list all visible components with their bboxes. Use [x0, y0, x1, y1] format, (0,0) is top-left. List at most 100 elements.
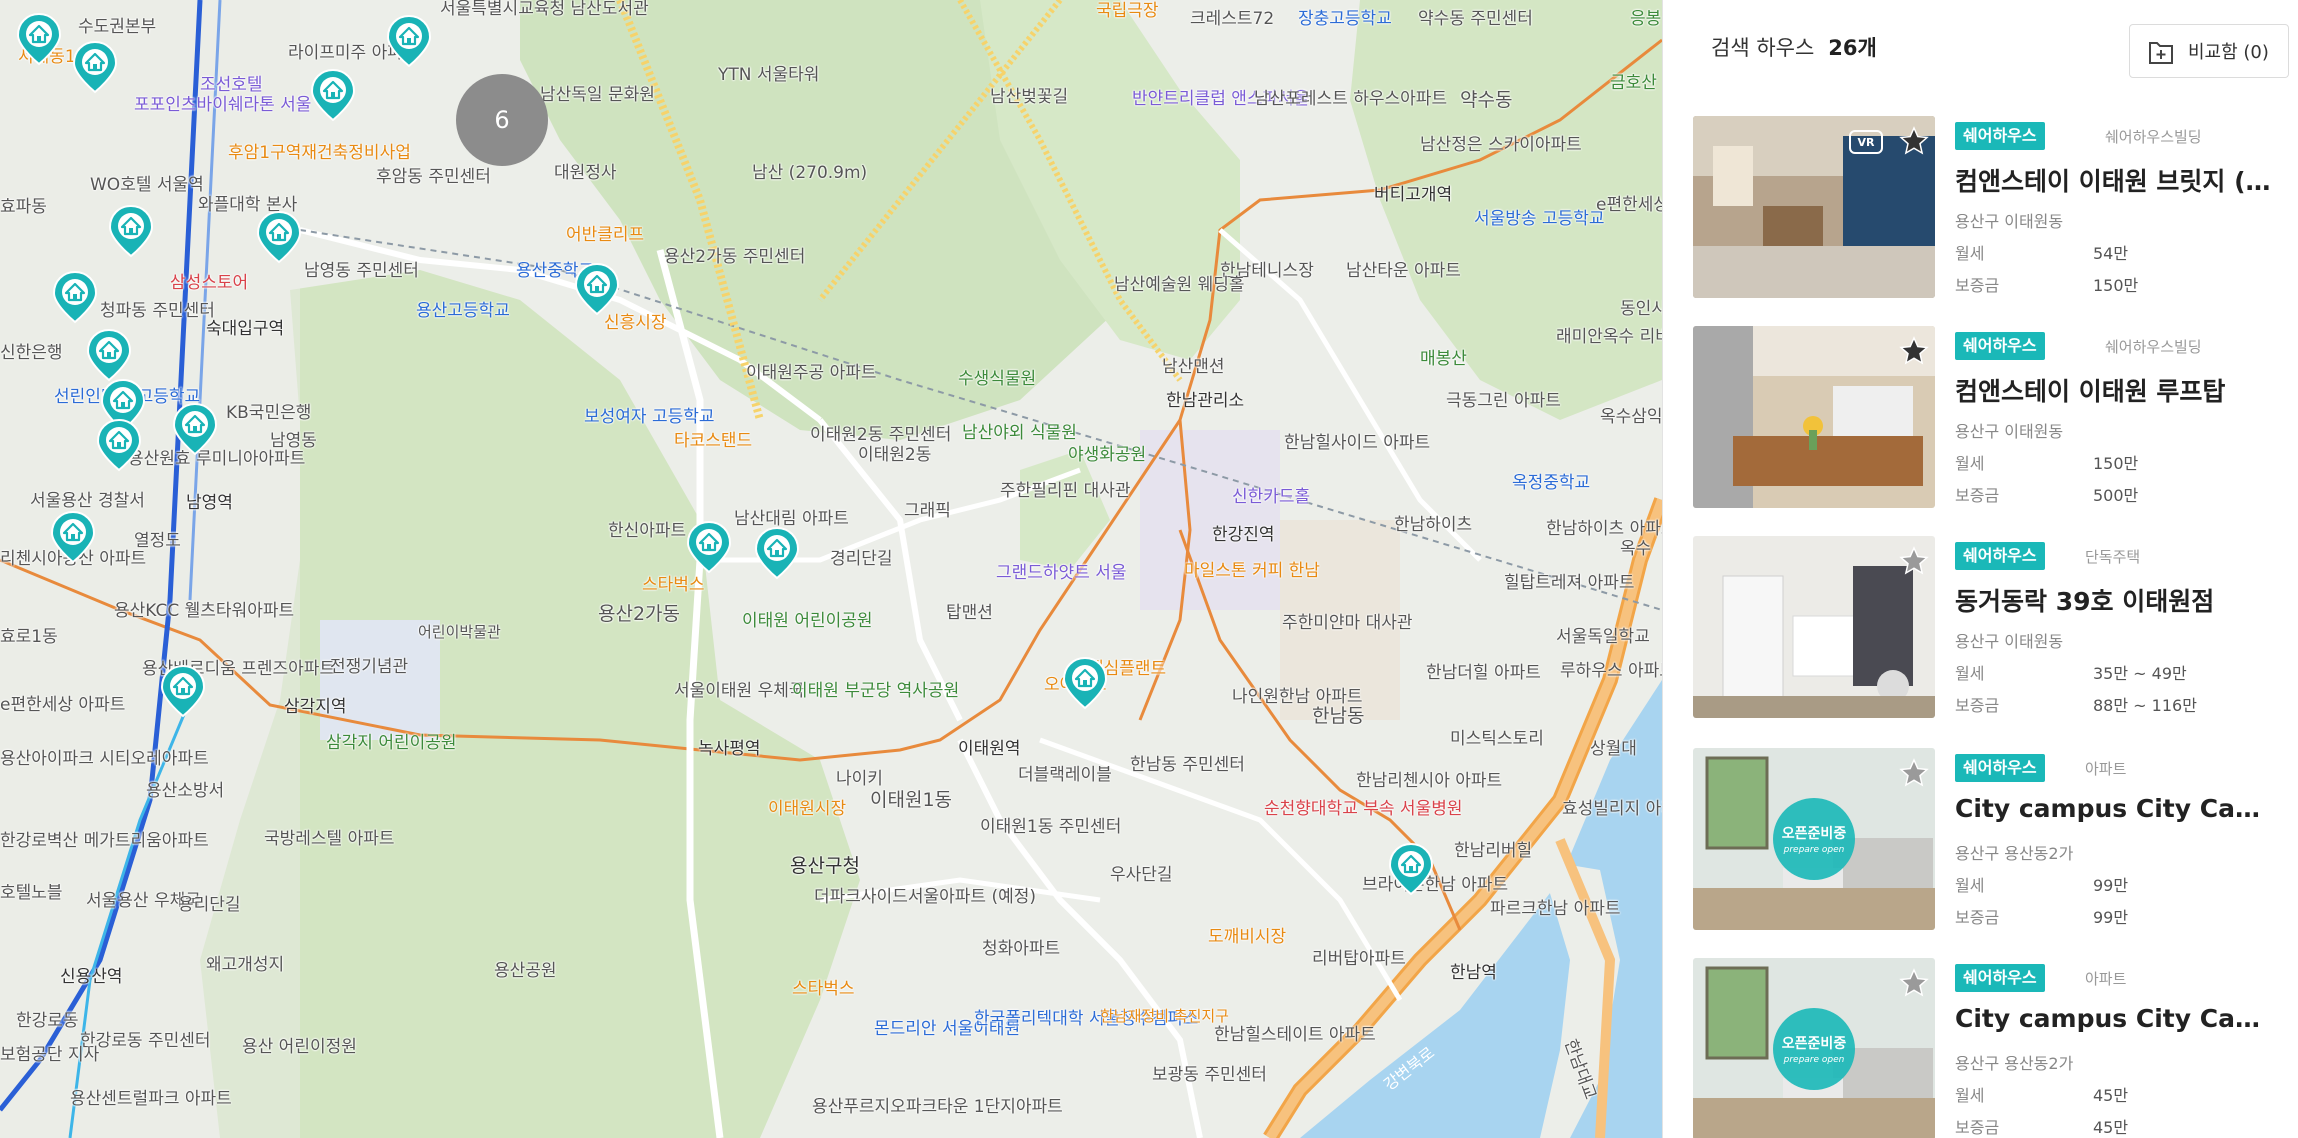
map-label: WO호텔 서울역	[90, 175, 204, 195]
favorite-star-icon[interactable]	[1899, 968, 1929, 998]
rent-label: 월세	[1955, 454, 1985, 473]
house-pin-icon	[50, 510, 96, 564]
map-label: 스타벅스	[792, 979, 855, 999]
map-label: 호텔노블	[0, 883, 63, 903]
map-label: 어반클리프	[566, 225, 645, 245]
map-label: 남산 (270.9m)	[752, 163, 868, 183]
map-label: 경리단길	[830, 549, 893, 569]
house-pin-marker[interactable]	[754, 526, 800, 580]
map-label: 전쟁기념관	[330, 657, 409, 677]
house-pin-marker[interactable]	[50, 510, 96, 564]
map-cluster-marker[interactable]: 6	[456, 74, 548, 166]
map-label: 조선호텔	[200, 75, 263, 95]
house-pin-marker[interactable]	[1388, 842, 1434, 896]
map-label: 극동그린 아파트	[1446, 391, 1561, 411]
map-label: 더블랙레이블	[1018, 765, 1112, 785]
listing-card[interactable]: 쉐어하우스 단독주택 동거동락 39호 이태원점 용산구 이태원동 월세 35만 ~ 49…	[1693, 536, 2283, 718]
listing-name[interactable]: 컴앤스테이 이태원 브릿지 (B…	[1955, 162, 2281, 198]
map-label: 힐탑트레져 아파트	[1504, 573, 1635, 593]
result-title: 검색 하우스 26개	[1711, 32, 1877, 62]
house-pin-marker[interactable]	[96, 418, 142, 472]
map-label: 장충고등학교	[1298, 9, 1392, 29]
map-label: 신용산역	[60, 967, 123, 987]
map-label: 보험공단 지사	[0, 1045, 100, 1065]
listing-name[interactable]: 동거동락 39호 이태원점	[1955, 582, 2281, 618]
rent-value: 99만	[2093, 876, 2129, 895]
house-pin-icon	[1062, 656, 1108, 710]
deposit-label: 보증금	[1955, 908, 2000, 927]
listing-name[interactable]: City campus City Campus …	[1955, 794, 2281, 823]
house-pin-marker[interactable]	[172, 402, 218, 456]
building-type: 쉐어하우스빌딩	[2105, 128, 2202, 146]
rent-label: 월세	[1955, 1086, 1985, 1105]
listing-card[interactable]: 쉐어하우스 쉐어하우스빌딩 컴앤스테이 이태원 루프탑 용산구 이태원동 월세 150만 보…	[1693, 326, 2283, 508]
map-label: 매봉산	[1420, 349, 1467, 369]
map-label: 이태원 어린이공원	[742, 611, 873, 631]
map-label: 삼각지역	[284, 697, 347, 717]
house-pin-icon	[686, 520, 732, 574]
map-label: 옥수	[1620, 539, 1652, 559]
map-label: 우사단길	[1110, 865, 1173, 885]
house-pin-icon	[754, 526, 800, 580]
house-pin-marker[interactable]	[386, 14, 432, 68]
map-label: 마일스톤 커피 한남	[1184, 561, 1320, 581]
house-type-badge: 쉐어하우스	[1955, 754, 2045, 782]
listing-name[interactable]: 컴앤스테이 이태원 루프탑	[1955, 372, 2281, 408]
map-label: 금호산	[1610, 73, 1657, 93]
map-label: 한남리첸시아 아파트	[1356, 771, 1503, 791]
listing-name[interactable]: City campus City Campus …	[1955, 1004, 2281, 1033]
map-view[interactable]: 서울특별시교육청 남산도서관 수도권본부 서계동1구역 라이프미주 아파트 조선…	[0, 0, 1662, 1138]
map-label: 약수동 주민센터	[1418, 9, 1533, 29]
map-label: 용산푸르지오파크타운 1단지아파트	[812, 1097, 1063, 1117]
map-label: 한남동	[1312, 705, 1365, 727]
house-pin-marker[interactable]	[256, 210, 302, 264]
map-label: 청파동 주민센터	[100, 301, 215, 321]
house-pin-marker[interactable]	[108, 204, 154, 258]
house-pin-marker[interactable]	[52, 270, 98, 324]
compare-box-button[interactable]: 비교함 (0)	[2129, 24, 2289, 78]
house-pin-marker[interactable]	[72, 40, 118, 94]
favorite-star-icon[interactable]	[1899, 126, 1929, 156]
house-pin-marker[interactable]	[686, 520, 732, 574]
favorite-star-icon[interactable]	[1899, 336, 1929, 366]
map-label: 야생화공원	[1068, 445, 1147, 465]
map-label: 한남힐스테이트 아파트	[1214, 1025, 1376, 1045]
map-label: 래미안옥수 리버젠아파트	[1556, 327, 1662, 347]
house-pin-marker[interactable]	[160, 664, 206, 718]
listing-card[interactable]: 오픈준비중 prepare open 쉐어하우스 아파트 City campus Cit…	[1693, 748, 2283, 930]
map-label: 후암동 주민센터	[376, 167, 491, 187]
map-label: 남산벚꽃길	[990, 87, 1069, 107]
map-label: 파르크한남 아파트	[1490, 899, 1621, 919]
map-label: 옥수삼익 아파트	[1600, 407, 1662, 427]
listing-card[interactable]: VR 쉐어하우스 쉐어하우스빌딩 컴앤스테이 이태원 브릿지 (B… 용산구 이태원동 월…	[1693, 116, 2283, 298]
map-label: 한남관리소	[1166, 391, 1245, 411]
house-pin-marker[interactable]	[1062, 656, 1108, 710]
map-label: 용산소방서	[146, 781, 225, 801]
map-label: 남산독일 문화원	[540, 85, 655, 105]
house-pin-icon	[52, 270, 98, 324]
map-label: 남산맨션	[1162, 357, 1225, 377]
house-pin-marker[interactable]	[16, 12, 62, 66]
house-pin-marker[interactable]	[310, 68, 356, 122]
map-label: 한강로동 주민센터	[80, 1031, 211, 1051]
deposit-value: 99만	[2093, 908, 2129, 927]
map-label: 루하우스 아파트	[1560, 661, 1662, 681]
map-label: 용산아이파크 시티오레아파트	[0, 749, 209, 769]
favorite-star-icon[interactable]	[1899, 758, 1929, 788]
map-label: 한남재정비 촉진지구	[1100, 1007, 1229, 1025]
map-label: 나이키	[836, 769, 883, 789]
rent-label: 월세	[1955, 876, 1985, 895]
house-pin-marker[interactable]	[574, 262, 620, 316]
house-pin-marker[interactable]	[86, 328, 132, 382]
favorite-star-icon[interactable]	[1899, 546, 1929, 576]
map-label: 남산야외 식물원	[962, 423, 1077, 443]
map-label: 삼성스토어	[170, 273, 249, 293]
map-label: 왜고개성지	[206, 955, 285, 975]
listing-panel: 검색 하우스 26개 비교함 (0) VR 쉐어하우스 쉐어하우스빌딩 컴앤스테이 이태…	[1662, 0, 2298, 1138]
building-type: 단독주택	[2085, 548, 2141, 566]
deposit-label: 보증금	[1955, 1118, 2000, 1137]
panel-header: 검색 하우스 26개 비교함 (0)	[1663, 0, 2298, 94]
deposit-value: 45만	[2093, 1118, 2129, 1137]
listing-card[interactable]: 오픈준비중 prepare open 쉐어하우스 아파트 City campus Cit…	[1693, 958, 2283, 1138]
map-label: 숙대입구역	[206, 319, 285, 339]
